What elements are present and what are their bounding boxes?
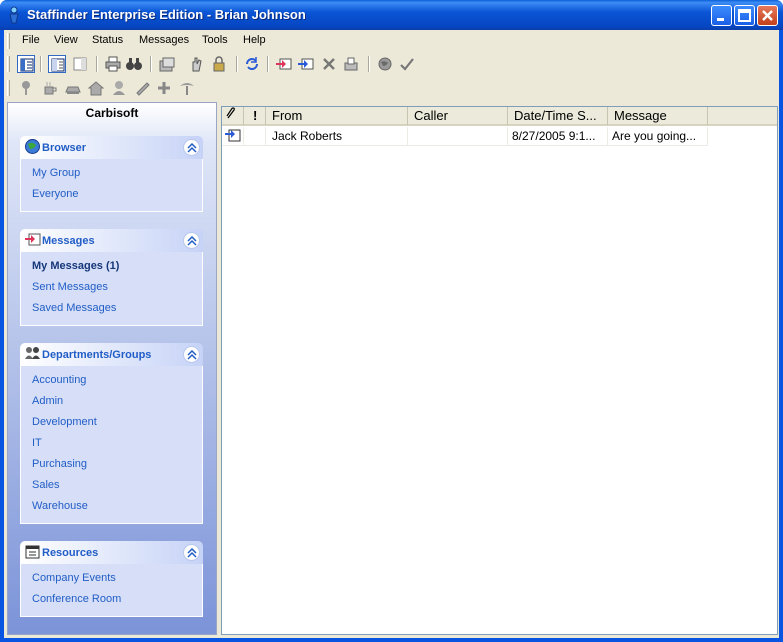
calendar-icon: [25, 545, 40, 559]
minimize-button[interactable]: [711, 5, 732, 26]
messages-panel: Messages My Messages (1) Sent Messages S…: [20, 229, 203, 326]
row-datetime: 8/27/2005 9:1...: [508, 127, 608, 146]
resource-company-events-link[interactable]: Company Events: [21, 568, 202, 589]
refresh-icon[interactable]: [243, 55, 261, 73]
resources-panel: Resources Company Events Conference Room: [20, 541, 203, 617]
main-toolbar: [4, 52, 779, 76]
properties-icon[interactable]: [158, 55, 176, 73]
available-icon[interactable]: [17, 79, 35, 97]
meeting-icon[interactable]: [110, 79, 128, 97]
menu-status[interactable]: Status: [92, 34, 123, 46]
menu-bar: File View Status Messages Tools Help: [4, 30, 779, 52]
dept-admin-link[interactable]: Admin: [21, 391, 202, 412]
column-message[interactable]: Message: [608, 107, 708, 126]
column-caller[interactable]: Caller: [408, 107, 508, 126]
fax-icon[interactable]: [342, 55, 360, 73]
home-icon[interactable]: [87, 79, 105, 97]
find-icon[interactable]: [125, 55, 143, 73]
group-icon: [25, 347, 40, 359]
client-area: File View Status Messages Tools Help Car…: [4, 30, 779, 638]
resource-conference-room-link[interactable]: Conference Room: [21, 589, 202, 610]
collapse-icon[interactable]: [183, 139, 200, 156]
coffee-break-icon[interactable]: [41, 79, 59, 97]
title-bar[interactable]: Staffinder Enterprise Edition - Brian Jo…: [0, 0, 783, 30]
add-icon[interactable]: [155, 79, 173, 97]
row-priority: [244, 127, 266, 146]
menu-help[interactable]: Help: [243, 34, 266, 46]
preview-pane-icon[interactable]: [48, 55, 66, 73]
my-messages-link[interactable]: My Messages (1): [21, 256, 202, 277]
list-header: ! From Caller Date/Time S... Message: [222, 107, 777, 126]
departments-panel: Departments/Groups Accounting Admin Deve…: [20, 343, 203, 524]
navigation-sidebar: Carbisoft Browser My Group Everyone Mess…: [7, 102, 217, 635]
status-toolbar: [4, 76, 779, 100]
lunch-icon[interactable]: [64, 79, 82, 97]
reply-message-icon[interactable]: [297, 55, 315, 73]
brand-name: Carbisoft: [85, 106, 139, 120]
message-list: ! From Caller Date/Time S... Message Jac…: [221, 106, 778, 635]
dept-it-link[interactable]: IT: [21, 433, 202, 454]
globe-icon: [25, 139, 40, 154]
new-message-icon[interactable]: [275, 55, 293, 73]
panel-title: Browser: [42, 142, 87, 154]
close-button[interactable]: [757, 5, 778, 26]
collapse-icon[interactable]: [183, 544, 200, 561]
sent-messages-link[interactable]: Sent Messages: [21, 277, 202, 298]
message-icon: [25, 233, 41, 246]
details-pane-icon[interactable]: [71, 55, 89, 73]
menu-messages[interactable]: Messages: [139, 34, 189, 46]
app-icon: [9, 6, 19, 24]
panel-title: Departments/Groups: [42, 349, 152, 361]
resources-panel-header[interactable]: Resources: [20, 541, 203, 564]
row-from: Jack Roberts: [266, 127, 408, 146]
maximize-button[interactable]: [734, 5, 755, 26]
outlook-bar-icon[interactable]: [17, 55, 35, 73]
vacation-icon[interactable]: [178, 79, 196, 97]
browser-panel: Browser My Group Everyone: [20, 136, 203, 212]
hand-icon[interactable]: [188, 55, 206, 73]
globe-icon[interactable]: [376, 55, 394, 73]
window-title: Staffinder Enterprise Edition - Brian Jo…: [27, 7, 306, 22]
menu-tools[interactable]: Tools: [202, 34, 228, 46]
dept-accounting-link[interactable]: Accounting: [21, 370, 202, 391]
collapse-icon[interactable]: [183, 346, 200, 363]
row-message: Are you going...: [608, 127, 708, 146]
column-attachment[interactable]: [222, 107, 244, 126]
row-caller: [408, 127, 508, 146]
column-datetime[interactable]: Date/Time S...: [508, 107, 608, 126]
panel-title: Messages: [42, 235, 95, 247]
panel-title: Resources: [42, 547, 99, 559]
delete-icon[interactable]: [320, 55, 338, 73]
app-window: Staffinder Enterprise Edition - Brian Jo…: [0, 0, 783, 642]
messages-panel-header[interactable]: Messages: [20, 229, 203, 252]
departments-panel-header[interactable]: Departments/Groups: [20, 343, 203, 366]
browser-everyone-link[interactable]: Everyone: [21, 184, 202, 205]
print-icon[interactable]: [104, 55, 122, 73]
browser-panel-header[interactable]: Browser: [20, 136, 203, 159]
table-row[interactable]: Jack Roberts 8/27/2005 9:1... Are you go…: [222, 127, 708, 146]
column-from[interactable]: From: [266, 107, 408, 126]
menu-view[interactable]: View: [54, 34, 78, 46]
saved-messages-link[interactable]: Saved Messages: [21, 298, 202, 319]
browser-my-group-link[interactable]: My Group: [21, 163, 202, 184]
dept-purchasing-link[interactable]: Purchasing: [21, 454, 202, 475]
menu-grip: [7, 33, 10, 49]
dept-development-link[interactable]: Development: [21, 412, 202, 433]
dept-warehouse-link[interactable]: Warehouse: [21, 496, 202, 517]
column-priority[interactable]: !: [244, 107, 266, 126]
message-icon: [225, 129, 241, 142]
collapse-icon[interactable]: [183, 232, 200, 249]
paperclip-icon: [226, 107, 235, 119]
spell-check-icon[interactable]: [398, 55, 416, 73]
menu-file[interactable]: File: [22, 34, 40, 46]
lock-icon[interactable]: [210, 55, 228, 73]
dept-sales-link[interactable]: Sales: [21, 475, 202, 496]
on-the-road-icon[interactable]: [133, 79, 151, 97]
